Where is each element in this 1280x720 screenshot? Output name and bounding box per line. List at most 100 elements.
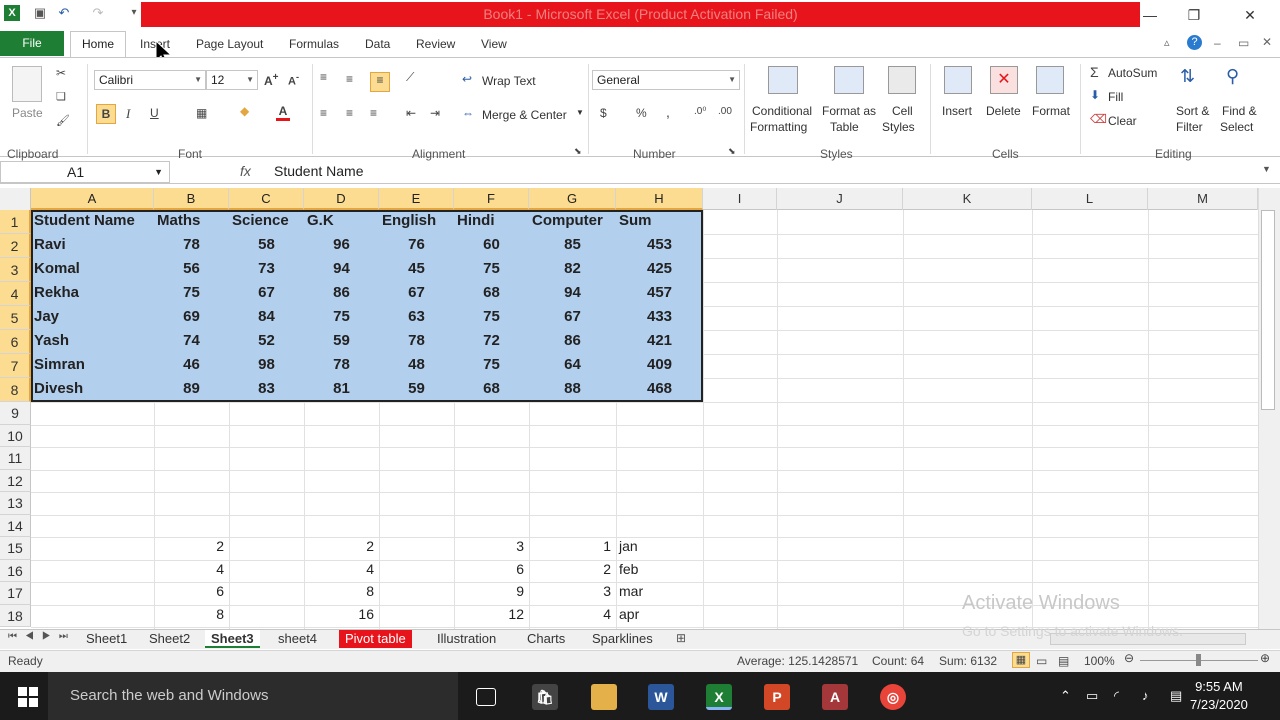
number-format-select[interactable]: General ▼: [592, 70, 740, 90]
table-cell[interactable]: Ravi: [34, 236, 151, 253]
row-header-8[interactable]: 8: [0, 378, 31, 402]
bold-button[interactable]: B: [96, 104, 116, 124]
borders-icon[interactable]: ▦: [196, 106, 207, 120]
table-cell[interactable]: 75: [157, 284, 226, 301]
wb-restore-icon[interactable]: ▭: [1238, 36, 1249, 50]
table-cell[interactable]: 86: [307, 284, 376, 301]
dialog-launcher-icon[interactable]: ⬊: [574, 146, 582, 157]
decrease-indent-icon[interactable]: ⇤: [406, 106, 416, 120]
table-cell[interactable]: Simran: [34, 356, 151, 373]
table-cell[interactable]: 45: [382, 260, 451, 277]
data-cell[interactable]: 6: [157, 583, 224, 599]
normal-view-icon[interactable]: ▦: [1012, 652, 1030, 668]
increase-indent-icon[interactable]: ⇥: [430, 106, 440, 120]
autosum-icon[interactable]: Σ: [1090, 64, 1099, 80]
copy-icon[interactable]: ❏: [56, 90, 66, 103]
orientation-icon[interactable]: ⟋: [406, 70, 414, 85]
row-header-17[interactable]: 17: [0, 582, 31, 605]
table-cell[interactable]: Komal: [34, 260, 151, 277]
column-header-j[interactable]: J: [777, 188, 903, 210]
cut-icon[interactable]: ✂: [56, 66, 66, 80]
store-icon[interactable]: 🛍: [532, 684, 558, 710]
tab-data[interactable]: Data: [365, 37, 390, 51]
format-painter-icon[interactable]: 🖌: [56, 114, 70, 127]
expand-formula-icon[interactable]: ▼: [1262, 164, 1271, 174]
data-cell[interactable]: 4: [532, 606, 611, 622]
shrink-font-icon[interactable]: A-: [288, 72, 299, 88]
wb-minimize-icon[interactable]: –: [1214, 36, 1221, 50]
close-icon[interactable]: ✕: [1240, 7, 1260, 24]
data-cell[interactable]: 8: [307, 583, 374, 599]
row-header-11[interactable]: 11: [0, 447, 31, 470]
table-header-cell[interactable]: Computer: [532, 212, 613, 229]
table-header-cell[interactable]: Hindi: [457, 212, 526, 229]
sheet-tab-charts[interactable]: Charts: [521, 630, 571, 648]
table-cell[interactable]: Rekha: [34, 284, 151, 301]
save-icon[interactable]: ▣: [32, 5, 48, 21]
find-select-label-2[interactable]: Select: [1220, 120, 1253, 134]
column-header-m[interactable]: M: [1148, 188, 1258, 210]
tab-file[interactable]: File: [0, 31, 64, 56]
clear-button[interactable]: Clear: [1108, 114, 1137, 128]
row-header-10[interactable]: 10: [0, 425, 31, 447]
redo-icon[interactable]: ↷: [90, 5, 106, 21]
table-header-cell[interactable]: Maths: [157, 212, 226, 229]
sheet-tab-sparklines[interactable]: Sparklines: [586, 630, 659, 648]
table-cell[interactable]: 75: [457, 308, 526, 325]
data-cell[interactable]: 4: [157, 561, 224, 577]
fill-icon[interactable]: ⬇: [1090, 88, 1100, 102]
decrease-decimal-icon[interactable]: .00: [718, 106, 732, 117]
sheet-tab-sheet2[interactable]: Sheet2: [143, 630, 196, 648]
fill-color-icon[interactable]: ◆: [240, 104, 249, 118]
table-cell[interactable]: 409: [619, 356, 700, 373]
align-top-icon[interactable]: ≡: [320, 70, 327, 84]
wrap-text-icon[interactable]: ↩: [462, 72, 472, 86]
data-cell[interactable]: 2: [307, 538, 374, 554]
column-header-a[interactable]: A: [31, 188, 154, 210]
table-cell[interactable]: 75: [457, 356, 526, 373]
zoom-slider-thumb[interactable]: [1196, 654, 1201, 666]
row-header-7[interactable]: 7: [0, 354, 31, 378]
table-cell[interactable]: 69: [157, 308, 226, 325]
row-header-18[interactable]: 18: [0, 605, 31, 627]
table-cell[interactable]: 78: [382, 332, 451, 349]
tab-review[interactable]: Review: [416, 37, 455, 51]
zoom-out-icon[interactable]: ⊖: [1124, 651, 1134, 665]
table-cell[interactable]: 98: [232, 356, 301, 373]
row-header-13[interactable]: 13: [0, 492, 31, 515]
table-cell[interactable]: 60: [457, 236, 526, 253]
excel-icon[interactable]: X: [706, 684, 732, 710]
table-cell[interactable]: Yash: [34, 332, 151, 349]
row-header-2[interactable]: 2: [0, 234, 31, 258]
row-header-12[interactable]: 12: [0, 470, 31, 492]
table-header-cell[interactable]: Student Name: [34, 212, 151, 229]
format-cells-icon[interactable]: [1036, 66, 1064, 94]
table-cell[interactable]: 84: [232, 308, 301, 325]
column-header-c[interactable]: C: [229, 188, 304, 210]
row-header-14[interactable]: 14: [0, 515, 31, 537]
notifications-icon[interactable]: ▤: [1170, 688, 1182, 704]
sort-filter-icon[interactable]: ⇅: [1180, 66, 1195, 87]
table-cell[interactable]: 89: [157, 380, 226, 397]
tab-page-layout[interactable]: Page Layout: [196, 37, 263, 51]
table-header-cell[interactable]: English: [382, 212, 451, 229]
table-cell[interactable]: 56: [157, 260, 226, 277]
fill-button[interactable]: Fill: [1108, 90, 1123, 104]
data-cell[interactable]: jan: [619, 538, 698, 554]
insert-cells-button[interactable]: Insert: [942, 104, 972, 118]
tab-formulas[interactable]: Formulas: [289, 37, 339, 51]
dialog-launcher-icon[interactable]: ⬊: [728, 146, 736, 157]
conditional-formatting-label[interactable]: Conditional: [752, 104, 812, 118]
cell-styles-label[interactable]: Cell: [892, 104, 913, 118]
minimize-icon[interactable]: —: [1140, 7, 1160, 23]
table-cell[interactable]: 85: [532, 236, 613, 253]
table-cell[interactable]: 76: [382, 236, 451, 253]
row-header-15[interactable]: 15: [0, 537, 31, 560]
table-cell[interactable]: 52: [232, 332, 301, 349]
sheet-tab-sheet3[interactable]: Sheet3: [205, 630, 260, 648]
data-cell[interactable]: 1: [532, 538, 611, 554]
underline-button[interactable]: U: [150, 106, 159, 120]
insert-function-button[interactable]: fx: [240, 163, 251, 179]
row-header-4[interactable]: 4: [0, 282, 31, 306]
table-cell[interactable]: 64: [532, 356, 613, 373]
